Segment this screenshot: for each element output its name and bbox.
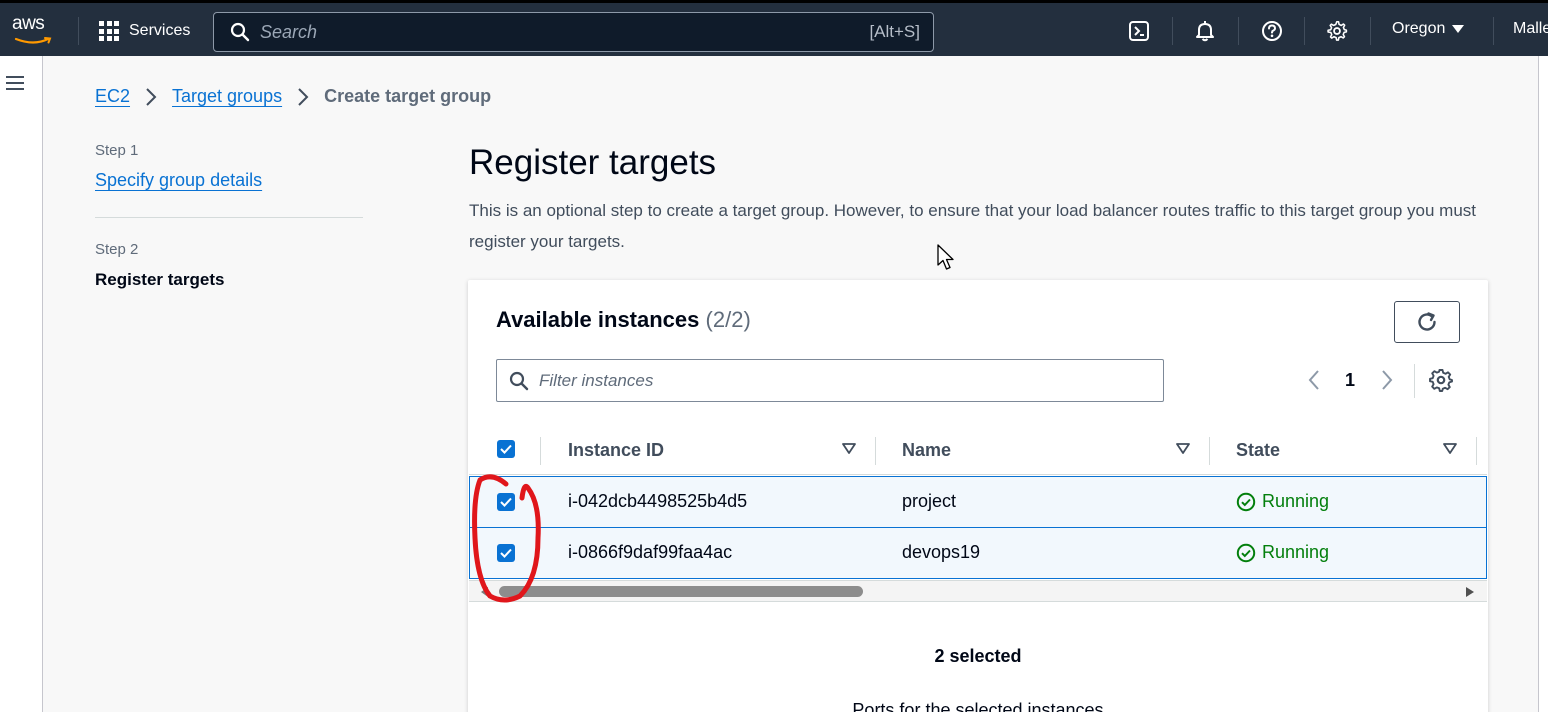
scrollbar-thumb[interactable] bbox=[499, 586, 863, 597]
chevron-left-icon[interactable] bbox=[1306, 368, 1322, 392]
status-success-icon bbox=[1236, 543, 1256, 562]
state-cell: Running bbox=[1236, 491, 1329, 512]
side-navigation-rail bbox=[0, 56, 43, 712]
help-icon[interactable] bbox=[1259, 18, 1285, 44]
page-number[interactable]: 1 bbox=[1345, 370, 1355, 391]
refresh-button[interactable] bbox=[1394, 301, 1460, 343]
nav-divider bbox=[1238, 17, 1239, 45]
filter-input[interactable] bbox=[539, 370, 1163, 391]
chevron-right-icon[interactable] bbox=[1379, 368, 1395, 392]
bell-icon[interactable] bbox=[1192, 18, 1218, 44]
breadcrumb-current: Create target group bbox=[324, 86, 492, 106]
breadcrumb-ec2[interactable]: EC2 bbox=[95, 86, 130, 107]
column-separator bbox=[1476, 437, 1477, 465]
table-row[interactable]: i-0866f9daf99faa4ac devops19 Running bbox=[469, 527, 1487, 579]
nav-divider bbox=[1370, 17, 1371, 45]
cloudshell-icon[interactable] bbox=[1126, 18, 1152, 44]
nav-divider bbox=[1493, 17, 1494, 45]
breadcrumb-target-groups[interactable]: Target groups bbox=[172, 86, 282, 107]
services-menu-button[interactable]: Services bbox=[99, 18, 190, 44]
panel-title-text: Available instances bbox=[496, 307, 700, 332]
region-selector[interactable]: Oregon bbox=[1392, 20, 1465, 38]
aws-logo[interactable]: aws bbox=[12, 13, 56, 47]
nav-divider bbox=[78, 17, 79, 45]
menu-icon[interactable] bbox=[6, 76, 24, 90]
selected-count: 2 selected bbox=[934, 646, 1022, 666]
status-success-icon bbox=[1236, 492, 1256, 511]
column-separator bbox=[1209, 437, 1210, 465]
page-description: This is an optional step to create a tar… bbox=[469, 201, 1477, 251]
right-panel-edge bbox=[1538, 56, 1548, 712]
filter-instances[interactable] bbox=[496, 359, 1164, 402]
step-2-title: Register targets bbox=[95, 270, 225, 289]
scroll-left-arrow-icon[interactable] bbox=[481, 587, 488, 597]
ports-label: Ports for the selected instances bbox=[852, 700, 1104, 712]
row-checkbox[interactable] bbox=[497, 493, 515, 511]
row-checkbox[interactable] bbox=[497, 544, 515, 562]
check-icon bbox=[500, 548, 512, 558]
refresh-icon bbox=[1418, 312, 1436, 331]
account-menu[interactable]: Malle bbox=[1513, 20, 1548, 38]
panel-title: Available instances (2/2) bbox=[496, 307, 751, 333]
sort-caret-icon[interactable] bbox=[1443, 443, 1457, 455]
table-row[interactable]: i-042dcb4498525b4d5 project Running bbox=[469, 476, 1487, 528]
sort-caret-icon[interactable] bbox=[842, 443, 856, 455]
available-instances-panel: Available instances (2/2) 1 Instance ID … bbox=[468, 280, 1488, 712]
name-cell: devops19 bbox=[902, 542, 981, 562]
name-cell: project bbox=[902, 491, 957, 511]
caret-down-icon bbox=[1452, 25, 1465, 33]
select-all-checkbox[interactable] bbox=[497, 440, 515, 458]
state-label: Running bbox=[1262, 542, 1330, 562]
check-icon bbox=[500, 444, 512, 454]
region-label: Oregon bbox=[1392, 20, 1446, 37]
step-1-link[interactable]: Specify group details bbox=[95, 170, 262, 191]
scroll-right-arrow-icon[interactable] bbox=[1466, 587, 1474, 597]
column-separator bbox=[875, 437, 876, 465]
horizontal-scrollbar[interactable] bbox=[469, 580, 1487, 602]
column-header-instance-id[interactable]: Instance ID bbox=[568, 440, 664, 461]
table-header: Instance ID Name State bbox=[469, 425, 1487, 475]
step-2-label: Step 2 bbox=[95, 241, 139, 258]
search-icon bbox=[509, 371, 529, 390]
column-separator bbox=[540, 437, 541, 465]
check-icon bbox=[500, 497, 512, 507]
smile-icon bbox=[14, 37, 52, 44]
column-header-name[interactable]: Name bbox=[902, 440, 951, 461]
search-shortcut: [Alt+S] bbox=[869, 22, 920, 41]
preferences-gear-icon[interactable] bbox=[1429, 368, 1453, 392]
services-label: Services bbox=[129, 22, 191, 39]
grid-icon bbox=[99, 21, 119, 41]
pager-divider bbox=[1414, 364, 1415, 398]
breadcrumb: EC2 Target groups Create target group bbox=[95, 86, 491, 107]
page-title: Register targets bbox=[469, 143, 717, 182]
chevron-right-icon bbox=[146, 87, 157, 106]
logo-text: aws bbox=[12, 13, 45, 34]
instance-id-cell: i-042dcb4498525b4d5 bbox=[568, 491, 748, 511]
state-cell: Running bbox=[1236, 542, 1329, 563]
step-1-label: Step 1 bbox=[95, 142, 139, 159]
gear-icon[interactable] bbox=[1324, 18, 1350, 44]
search-input[interactable] bbox=[260, 21, 870, 43]
nav-divider bbox=[1172, 17, 1173, 45]
chevron-right-icon bbox=[298, 87, 309, 106]
instance-count: (2/2) bbox=[705, 307, 751, 332]
column-header-state[interactable]: State bbox=[1236, 440, 1280, 461]
global-search[interactable]: [Alt+S] bbox=[213, 12, 934, 52]
instance-id-cell: i-0866f9daf99faa4ac bbox=[568, 542, 733, 562]
step-divider bbox=[95, 217, 363, 218]
sort-caret-icon[interactable] bbox=[1176, 443, 1190, 455]
top-navigation: aws Services [Alt+S] Oregon Malle bbox=[0, 0, 1548, 56]
nav-divider bbox=[1304, 17, 1305, 45]
state-label: Running bbox=[1262, 491, 1330, 511]
search-icon bbox=[230, 22, 250, 42]
